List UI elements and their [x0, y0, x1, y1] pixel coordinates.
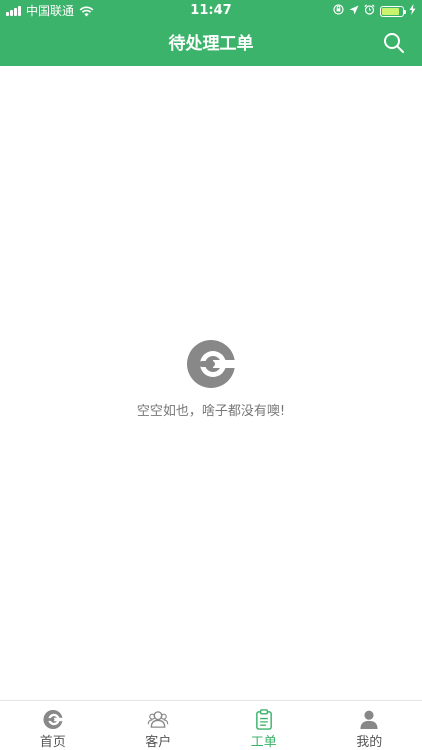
tab-home[interactable]: 首页 [0, 701, 106, 750]
tab-label: 我的 [356, 735, 383, 750]
page-title: 待处理工单 [168, 34, 254, 54]
tab-bar: 首页 客户 工单 我的 [0, 700, 422, 750]
tab-work-orders[interactable]: 工单 [211, 701, 317, 750]
tab-profile[interactable]: 我的 [317, 701, 422, 750]
empty-message: 空空如也，啥子都没有噢! [136, 404, 286, 419]
tab-label: 工单 [250, 735, 277, 750]
alarm-icon [364, 0, 375, 22]
tab-customers[interactable]: 客户 [106, 701, 212, 750]
home-logo-icon [43, 709, 64, 730]
status-right [328, 0, 416, 22]
header-bar: 中国联通 11:47 待处理工单 [0, 0, 422, 66]
empty-state: 空空如也，啥子都没有噢! [0, 340, 422, 419]
location-arrow-icon [349, 0, 359, 22]
status-bar: 中国联通 11:47 [0, 0, 422, 22]
rotation-lock-icon [333, 0, 344, 22]
app-logo-icon [187, 340, 235, 388]
tab-label: 客户 [145, 735, 172, 750]
customers-icon [147, 711, 169, 728]
search-icon [384, 33, 404, 53]
battery-icon [380, 5, 406, 17]
charging-bolt-icon [409, 0, 416, 22]
profile-icon [360, 710, 378, 730]
clipboard-icon [255, 709, 272, 730]
search-button[interactable] [382, 31, 406, 55]
tab-label: 首页 [39, 735, 66, 750]
